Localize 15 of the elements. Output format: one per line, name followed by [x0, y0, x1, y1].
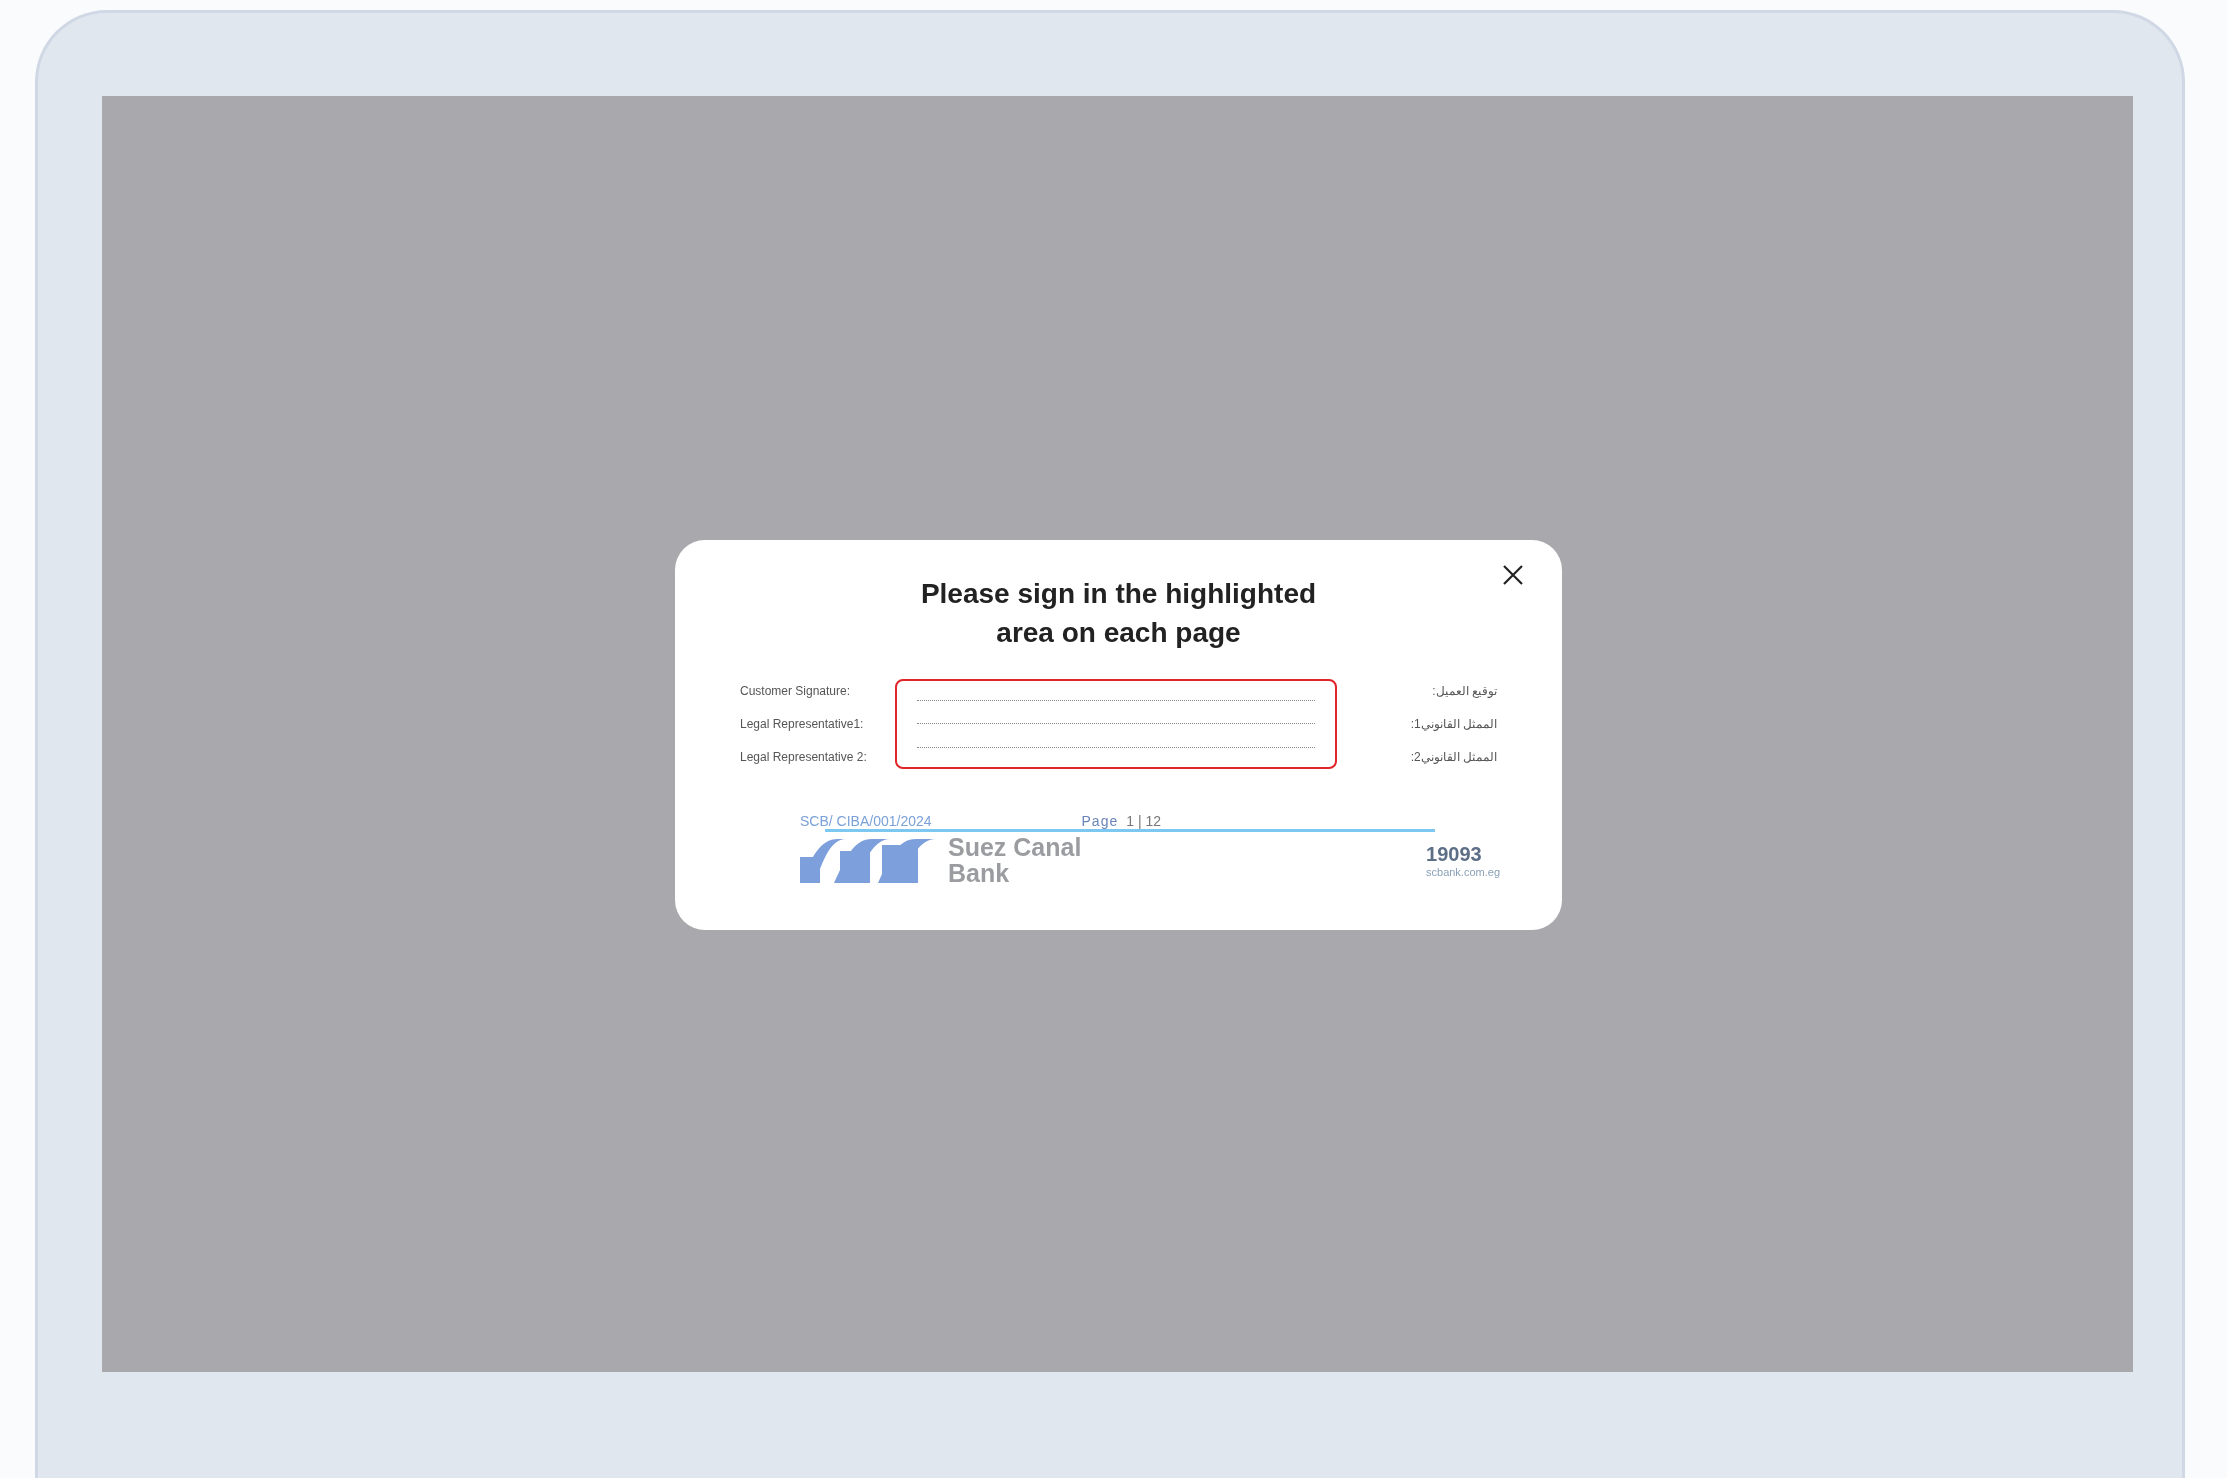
brand-name: Suez Canal: [948, 834, 1082, 860]
page-number: 1 | 12: [1126, 813, 1161, 829]
page-label: Page: [1081, 813, 1119, 829]
hotline-number: 19093: [1426, 842, 1483, 866]
arabic-signature-label: الممثل القانوني1:: [1410, 717, 1497, 731]
signature-label: Customer Signature:: [740, 684, 852, 698]
wave-logo-icon: [800, 837, 936, 883]
form-reference: SCB/ CIBA/001/2024: [800, 813, 932, 829]
arabic-signature-label: الممثل القانوني2:: [1410, 750, 1497, 764]
signature-label: Legal Representative 2:: [740, 750, 868, 764]
signature-label: Legal Representative1:: [740, 717, 865, 731]
brand-name: Bank: [948, 860, 1011, 886]
dialog-title: Please sign in the highlighted area on each page: [919, 577, 1318, 650]
website-text: scbank.com.eg: [1426, 865, 1500, 878]
arabic-signature-label: توقيع العميل:: [1432, 684, 1497, 698]
